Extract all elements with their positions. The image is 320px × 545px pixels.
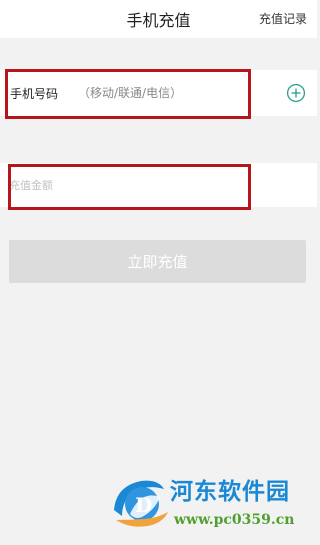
- svg-text:D: D: [135, 493, 152, 517]
- phone-number-row: 手机号码: [0, 70, 317, 116]
- watermark: D 河东软件园 www.pc0359.cn: [108, 470, 313, 534]
- watermark-url: www.pc0359.cn: [174, 512, 295, 528]
- recharge-history-link[interactable]: 充值记录: [259, 10, 307, 27]
- watermark-name: 河东软件园: [170, 479, 290, 505]
- watermark-logo-icon: D: [114, 480, 168, 527]
- recharge-amount-row: [0, 163, 317, 207]
- phone-number-input[interactable]: [78, 82, 258, 104]
- phone-number-label: 手机号码: [10, 87, 59, 101]
- recharge-amount-input[interactable]: [9, 174, 239, 196]
- plus-circle-icon[interactable]: [286, 83, 306, 103]
- top-bar: 手机充值 充值记录: [0, 0, 317, 38]
- recharge-now-button[interactable]: 立即充值: [9, 240, 306, 283]
